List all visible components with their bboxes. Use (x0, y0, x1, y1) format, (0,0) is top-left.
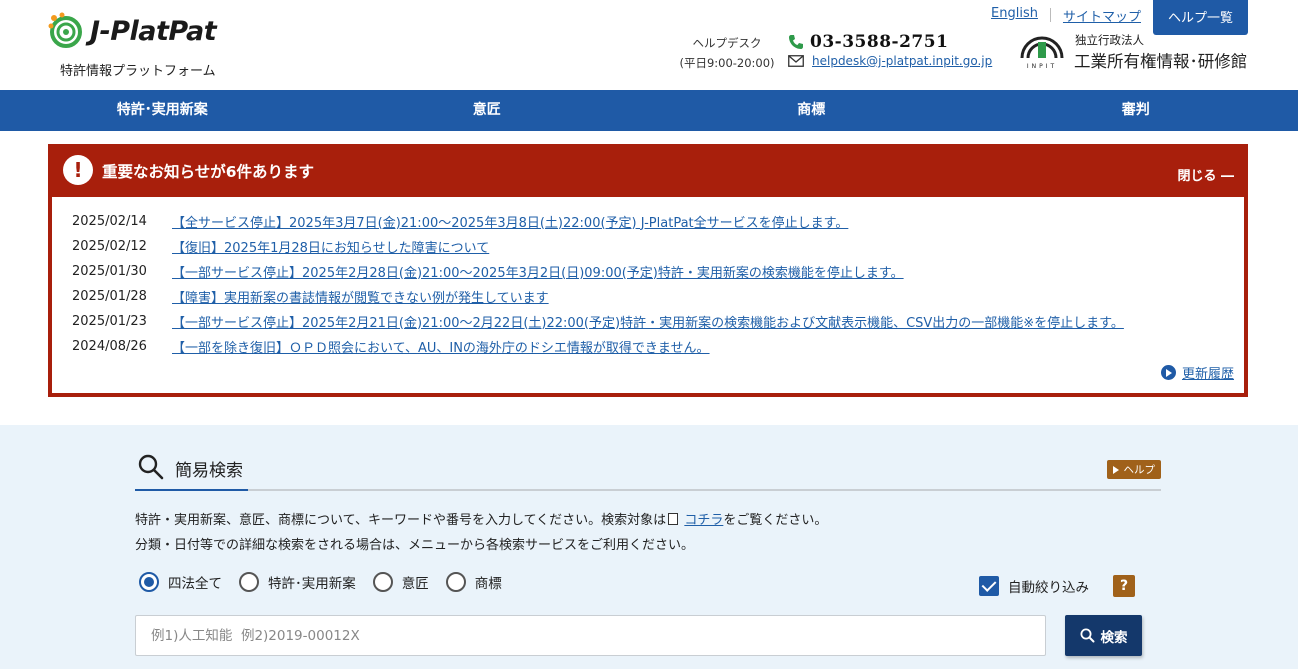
english-link[interactable]: English (991, 6, 1038, 21)
notice-date: 2024/08/26 (72, 338, 147, 354)
j-platpat-logo[interactable]: J-PlatPat 特許情報プラットフォーム (48, 10, 248, 80)
phone-number: 03-3588-2751 (810, 32, 949, 52)
notice-header: ! 重要なお知らせが6件あります 閉じる ― (48, 144, 1248, 197)
helpdesk-email-link[interactable]: helpdesk@j-platpat.inpit.go.jp (812, 54, 992, 68)
phone-icon (789, 35, 803, 49)
search-header: 簡易検索 ヘルプ (135, 448, 1161, 491)
notice-link[interactable]: 【一部サービス停止】2025年2月28日(金)21:00～2025年3月2日(日… (172, 262, 904, 281)
main-nav: 特許･実用新案 意匠 商標 審判 (0, 90, 1298, 131)
phone-row: 03-3588-2751 (788, 32, 948, 52)
title-underline (135, 489, 248, 491)
radio-button[interactable] (372, 572, 393, 592)
desc-text: 特許・実用新案、意匠、商標について、キーワードや番号を入力してください。検索対象… (135, 513, 667, 528)
play-circle-icon (1160, 365, 1176, 380)
auto-filter-help-button[interactable]: ? (1113, 575, 1135, 597)
search-button[interactable]: 検索 (1065, 615, 1142, 656)
radio-label: 商標 (474, 576, 502, 592)
inpit-org-name: 工業所有権情報･研修館 (1074, 52, 1248, 71)
law-type-radio-group: 四法全て 特許･実用新案 意匠 商標 (139, 572, 519, 592)
radio-button[interactable] (239, 572, 259, 592)
notice-link[interactable]: 【一部サービス停止】2025年2月21日(金)21:00～2月22日(土)22:… (172, 312, 1124, 331)
notice-item: 2024/08/26 【一部を除き復旧】ＯＰＤ照会において、AU、INの海外庁の… (72, 336, 710, 356)
nav-trademark[interactable]: 商標 (649, 90, 974, 131)
notice-link[interactable]: 【全サービス停止】2025年3月7日(金)21:00～2025年3月8日(土)2… (172, 212, 848, 231)
notice-item: 2025/02/12 【復旧】2025年1月28日にお知らせした障害について (72, 236, 489, 256)
mail-icon (788, 55, 804, 67)
notice-date: 2025/01/28 (72, 288, 147, 304)
document-icon (668, 513, 679, 525)
top-links: English サイトマップ ヘルプ一覧 (991, 0, 1248, 35)
radio-patent[interactable]: 特許･実用新案 (239, 572, 356, 592)
search-icon (1080, 628, 1094, 643)
site-header: J-PlatPat 特許情報プラットフォーム English サイトマップ ヘル… (0, 0, 1298, 90)
notice-link[interactable]: 【障害】実用新案の書誌情報が閲覧できない例が発生しています (172, 287, 549, 306)
play-icon (1112, 465, 1119, 474)
sitemap-link[interactable]: サイトマップ (1063, 6, 1141, 25)
exclamation-icon: ! (63, 155, 93, 185)
inpit-logo[interactable]: INPIT 独立行政法人 工業所有権情報･研修館 (1018, 30, 1250, 74)
mail-row: helpdesk@j-platpat.inpit.go.jp (788, 54, 992, 68)
search-description-1: 特許・実用新案、意匠、商標について、キーワードや番号を入力してください。検索対象… (135, 509, 827, 528)
notice-item: 2025/01/30 【一部サービス停止】2025年2月28日(金)21:00～… (72, 261, 904, 281)
notice-title: 重要なお知らせが6件あります (102, 163, 314, 181)
radio-label: 意匠 (401, 576, 429, 592)
helpdesk-info: ヘルプデスク (平日9:00-20:00) (677, 33, 777, 73)
notice-close-button[interactable]: 閉じる ― (1177, 165, 1234, 184)
search-description-2: 分類・日付等での詳細な検索をされる場合は、メニューから各検索サービスをご利用くだ… (135, 538, 695, 553)
search-help-button[interactable]: ヘルプ (1106, 460, 1161, 479)
search-button-label: 検索 (1100, 629, 1128, 646)
auto-filter: 自動絞り込み ? (979, 575, 1135, 597)
notice-date: 2025/02/12 (72, 238, 147, 254)
radio-all-laws[interactable]: 四法全て (139, 572, 222, 592)
radio-label: 四法全て (168, 576, 222, 592)
notice-date: 2025/01/30 (72, 263, 147, 279)
helpdesk-hours: (平日9:00-20:00) (679, 56, 775, 70)
notice-link[interactable]: 【復旧】2025年1月28日にお知らせした障害について (172, 237, 489, 256)
notice-item: 2025/01/23 【一部サービス停止】2025年2月21日(金)21:00～… (72, 311, 1124, 331)
radio-button[interactable] (445, 572, 466, 592)
inpit-arch-icon: INPIT (1020, 36, 1064, 70)
notice-date: 2025/02/14 (72, 213, 147, 229)
radio-trademark[interactable]: 商標 (445, 572, 502, 592)
simple-search-section: 簡易検索 ヘルプ 特許・実用新案、意匠、商標について、キーワードや番号を入力して… (0, 425, 1298, 669)
logo-text: J-PlatPat (90, 16, 217, 47)
search-title: 簡易検索 (175, 461, 243, 481)
desc-text: をご覧ください。 (723, 513, 828, 528)
inpit-caption: INPIT (1027, 63, 1057, 70)
update-history-link[interactable]: 更新履歴 (1182, 363, 1234, 382)
helpdesk-label: ヘルプデスク (692, 36, 762, 50)
search-input[interactable] (135, 615, 1046, 656)
important-notice-panel: ! 重要なお知らせが6件あります 閉じる ― 2025/02/14 【全サービス… (48, 144, 1248, 397)
auto-filter-checkbox[interactable] (979, 576, 999, 596)
notice-item: 2025/02/14 【全サービス停止】2025年3月7日(金)21:00～20… (72, 211, 848, 231)
radio-label: 特許･実用新案 (268, 576, 356, 592)
notice-link[interactable]: 【一部を除き復旧】ＯＰＤ照会において、AU、INの海外庁のドシエ情報が取得できま… (172, 337, 710, 356)
logo-subtitle: 特許情報プラットフォーム (60, 64, 216, 79)
divider (1049, 8, 1051, 22)
radio-design[interactable]: 意匠 (372, 572, 429, 592)
nav-patent[interactable]: 特許･実用新案 (0, 90, 325, 131)
notice-item: 2025/01/28 【障害】実用新案の書誌情報が閲覧できない例が発生しています (72, 286, 549, 306)
nav-design[interactable]: 意匠 (325, 90, 650, 131)
radio-button-checked[interactable] (139, 572, 159, 592)
search-icon (138, 454, 164, 480)
nav-trial[interactable]: 審判 (974, 90, 1298, 131)
search-target-link[interactable]: コチラ (684, 513, 723, 528)
update-history[interactable]: 更新履歴 (1160, 363, 1234, 382)
logo-swirl-icon (48, 12, 82, 48)
notice-date: 2025/01/23 (72, 313, 147, 329)
auto-filter-label: 自動絞り込み (1008, 580, 1089, 596)
notice-list: 2025/02/14 【全サービス停止】2025年3月7日(金)21:00～20… (52, 197, 1244, 393)
inpit-org-type: 独立行政法人 (1075, 33, 1144, 47)
help-tag-label: ヘルプ (1123, 464, 1156, 476)
